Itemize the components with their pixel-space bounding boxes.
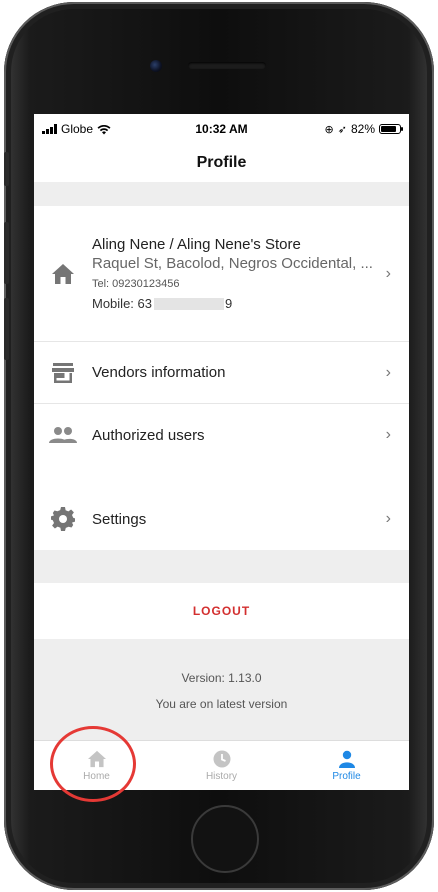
vendors-information-label: Vendors information	[92, 364, 226, 381]
tab-profile[interactable]: Profile	[284, 741, 409, 790]
lock-rotation-icon: ⊕	[324, 123, 334, 136]
tab-profile-label: Profile	[332, 770, 361, 782]
tab-history[interactable]: History	[159, 741, 284, 790]
front-camera	[150, 60, 162, 72]
chevron-right-icon: ›	[385, 363, 391, 381]
store-info-row[interactable]: Aling Nene / Aling Nene's Store Raquel S…	[34, 206, 409, 342]
volume-up-button	[4, 222, 9, 284]
earpiece-speaker	[188, 62, 266, 69]
carrier-label: Globe	[61, 122, 94, 136]
hardware-home-button[interactable]	[191, 805, 259, 873]
settings-row[interactable]: Settings ›	[34, 488, 409, 550]
status-bar: Globe 10:32 AM ⊕ ➶ 82%	[34, 114, 409, 144]
logout-button[interactable]: LOGOUT	[193, 604, 250, 618]
wifi-icon	[97, 124, 111, 134]
authorized-users-row[interactable]: Authorized users ›	[34, 404, 409, 466]
store-home-icon	[48, 259, 78, 289]
vendors-information-row[interactable]: Vendors information ›	[34, 342, 409, 404]
section-spacer	[34, 182, 409, 206]
app-screen: Globe 10:32 AM ⊕ ➶ 82% Profile Aling Nen…	[34, 114, 409, 790]
page-title: Profile	[196, 154, 247, 171]
volume-down-button	[4, 298, 9, 360]
store-address: Raquel St, Bacolod, Negros Occidental, .…	[92, 255, 373, 272]
version-number: Version: 1.13.0	[181, 671, 262, 685]
chevron-right-icon: ›	[385, 510, 391, 527]
mobile-prefix: Mobile: 63	[92, 296, 152, 311]
section-spacer	[34, 550, 409, 583]
card-gap	[34, 466, 409, 488]
mute-switch	[4, 152, 9, 186]
navigation-bar: Profile	[34, 144, 409, 182]
chevron-right-icon: ›	[385, 426, 391, 443]
chevron-right-icon: ›	[385, 264, 391, 282]
authorized-users-label: Authorized users	[92, 426, 205, 444]
settings-card: Settings ›	[34, 488, 409, 550]
settings-label: Settings	[92, 510, 147, 528]
battery-percent: 82%	[350, 122, 375, 136]
clock-icon	[213, 750, 230, 767]
logout-row: LOGOUT	[34, 583, 409, 639]
battery-icon	[379, 124, 403, 134]
store-name: Aling Nene / Aling Nene's Store	[92, 236, 301, 253]
redacted-number	[153, 297, 224, 310]
status-time: 10:32 AM	[195, 122, 248, 136]
profile-card: Aling Nene / Aling Nene's Store Raquel S…	[34, 206, 409, 466]
storefront-icon	[48, 358, 78, 388]
tab-history-label: History	[205, 770, 238, 782]
store-mobile: Mobile: 63 9	[92, 296, 375, 311]
home-tab-highlight-circle	[50, 726, 136, 802]
person-icon	[338, 750, 355, 768]
gear-icon	[48, 504, 78, 534]
location-icon: ➶	[337, 123, 347, 136]
store-telephone: Tel: 09230123456	[92, 278, 180, 290]
people-icon	[48, 420, 78, 450]
version-status: You are on latest version	[155, 697, 288, 711]
mobile-suffix: 9	[224, 296, 233, 311]
signal-icon	[42, 124, 57, 134]
